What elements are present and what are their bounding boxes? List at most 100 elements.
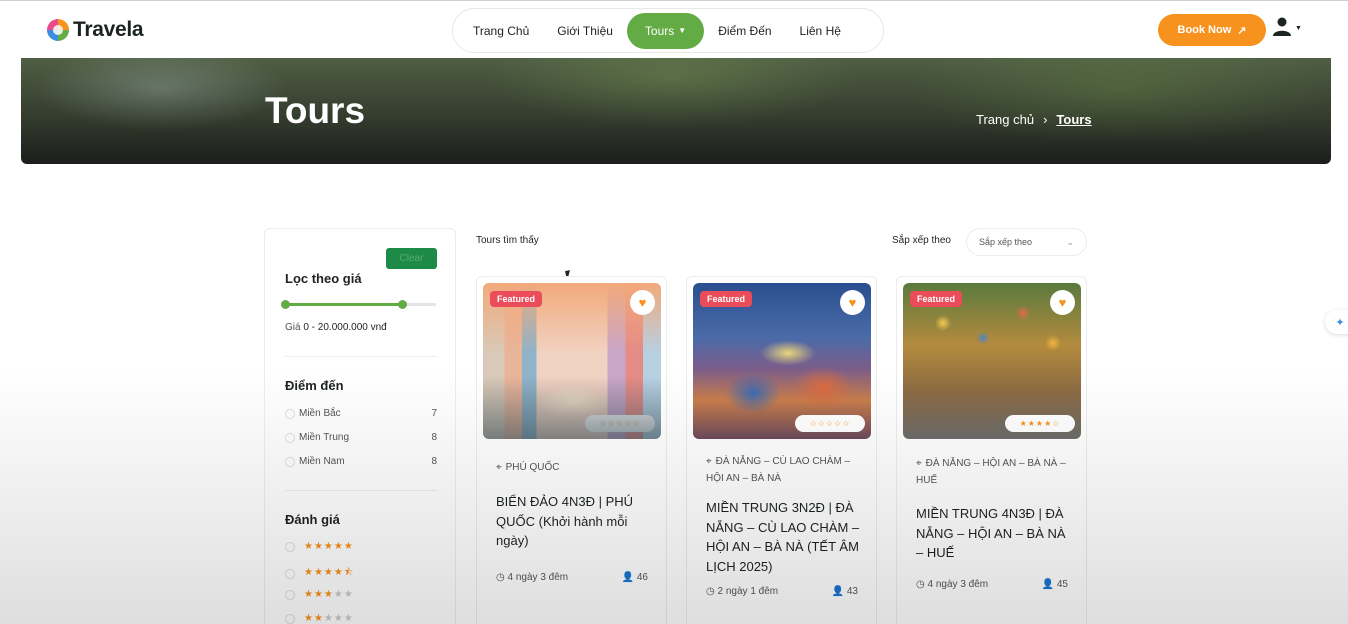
tour-title[interactable]: MIỀN TRUNG 3N2Đ | ĐÀ NẴNG – CÙ LAO CHÀM … xyxy=(706,498,866,576)
clock-icon: ◷ xyxy=(496,572,505,583)
tour-card[interactable]: Featured ♥ ☆☆☆☆☆ ⌖ PHÚ QUỐC BIỂN ĐẢO 4N3Đ… xyxy=(476,276,667,624)
banner-overlay xyxy=(21,58,1331,164)
radio-button[interactable] xyxy=(285,541,295,552)
bottom-fade-overlay xyxy=(0,370,1348,624)
main-nav: Trang Chủ Giới Thiệu Tours ▼ Điểm Đến Liê… xyxy=(452,8,884,53)
tour-meta: ◷ 4 ngày 3 đêm 👤 46 xyxy=(496,572,648,583)
tour-duration-text: 2 ngày 1 đêm xyxy=(717,586,779,597)
destination-option[interactable]: Miền Bắc 7 xyxy=(285,408,437,419)
tour-people-count: 45 xyxy=(1056,579,1068,590)
sort-selected-value: Sắp xếp theo xyxy=(979,237,1033,247)
tour-location-text: PHÚ QUỐC xyxy=(505,462,560,473)
radio-button[interactable] xyxy=(285,568,295,579)
tour-location-text: ĐÀ NẴNG – HỘI AN – BÀ NÀ – HUẾ xyxy=(916,458,1066,486)
rating-option-5[interactable]: ★★★★★ xyxy=(285,541,354,552)
chevron-down-icon: ▼ xyxy=(678,26,687,35)
tour-image[interactable]: Featured ♥ ☆☆☆☆☆ xyxy=(483,283,661,439)
tour-location: ⌖ ĐÀ NẴNG – HỘI AN – BÀ NÀ – HUẾ xyxy=(916,455,1076,489)
destination-count: 7 xyxy=(431,408,437,419)
site-header: Travela Trang Chủ Giới Thiệu Tours ▼ Điểm… xyxy=(0,0,1348,58)
tour-image[interactable]: Featured ♥ ★★★★☆ xyxy=(903,283,1081,439)
star-rating-icon: ★★★★★ xyxy=(304,541,354,552)
page-title: Tours xyxy=(265,90,366,131)
radio-button[interactable] xyxy=(285,589,295,600)
tour-card[interactable]: Featured ♥ ☆☆☆☆☆ ⌖ ĐÀ NẴNG – CÙ LAO CHÀM … xyxy=(686,276,877,624)
star-rating-icon: ☆☆☆☆☆ xyxy=(795,415,865,432)
page: Travela Trang Chủ Giới Thiệu Tours ▼ Điểm… xyxy=(0,0,1348,624)
tour-title[interactable]: BIỂN ĐẢO 4N3Đ | PHÚ QUỐC (Khởi hành mỗi … xyxy=(496,492,656,551)
tour-location-text: ĐÀ NẴNG – CÙ LAO CHÀM – HỘI AN – BÀ NÀ xyxy=(706,456,851,484)
people-icon: 👤 xyxy=(621,572,635,583)
tour-meta: ◷ 4 ngày 3 đêm 👤 45 xyxy=(916,579,1068,590)
sort-select[interactable]: Sắp xếp theo ⌄ xyxy=(966,228,1087,256)
nav-contact-label: Liên Hệ xyxy=(799,23,841,38)
star-rating-icon: ☆☆☆☆☆ xyxy=(585,415,655,432)
heart-icon[interactable]: ♥ xyxy=(1050,290,1075,315)
user-menu-button[interactable]: ▼ xyxy=(1272,16,1302,36)
divider xyxy=(285,356,437,357)
star-rating-icon: ★★★★★ xyxy=(304,613,354,624)
price-label: Giá xyxy=(285,322,301,333)
user-icon xyxy=(1273,17,1291,36)
people-icon: 👤 xyxy=(831,586,845,597)
tour-card[interactable]: Featured ♥ ★★★★☆ ⌖ ĐÀ NẴNG – HỘI AN – BÀ … xyxy=(896,276,1087,624)
tour-people-count: 46 xyxy=(636,572,648,583)
destination-count: 8 xyxy=(431,432,437,443)
destination-option[interactable]: Miền Trung 8 xyxy=(285,432,437,443)
tour-meta: ◷ 2 ngày 1 đêm 👤 43 xyxy=(706,586,858,597)
clear-filters-button[interactable]: Clear xyxy=(386,248,437,269)
price-slider-max-handle[interactable] xyxy=(398,300,408,309)
nav-destinations[interactable]: Điểm Đến xyxy=(704,14,785,48)
nav-about[interactable]: Giới Thiệu xyxy=(543,14,627,48)
breadcrumb-current[interactable]: Tours xyxy=(1056,112,1091,127)
nav-destinations-label: Điểm Đến xyxy=(718,23,772,38)
book-now-button[interactable]: Book Now ↗ xyxy=(1158,14,1266,46)
tour-location: ⌖ ĐÀ NẴNG – CÙ LAO CHÀM – HỘI AN – BÀ NÀ xyxy=(706,453,866,487)
tour-duration-text: 4 ngày 3 đêm xyxy=(507,572,569,583)
page-banner: Tours Trang chủ › Tours xyxy=(21,58,1331,164)
map-pin-icon: ⌖ xyxy=(706,456,712,467)
radio-button[interactable] xyxy=(285,408,295,419)
breadcrumb: Trang chủ › Tours xyxy=(976,112,1092,127)
nav-tours-label: Tours xyxy=(644,23,675,38)
star-rating-icon: ★★★★⯪ xyxy=(304,567,355,578)
people-icon: 👤 xyxy=(1041,579,1055,590)
tour-duration: ◷ 4 ngày 3 đêm xyxy=(496,572,568,583)
nav-home-label: Trang Chủ xyxy=(473,23,530,38)
tour-people: 👤 46 xyxy=(622,572,648,583)
clock-icon: ◷ xyxy=(916,579,925,590)
rating-option-2[interactable]: ★★★★★ xyxy=(285,613,354,624)
radio-button[interactable] xyxy=(285,456,295,467)
breadcrumb-home[interactable]: Trang chủ xyxy=(976,112,1034,127)
price-slider-min-handle[interactable] xyxy=(281,300,290,309)
sort-label: Sắp xếp theo xyxy=(892,235,951,246)
heart-icon[interactable]: ♥ xyxy=(630,290,655,315)
radio-button[interactable] xyxy=(285,432,295,443)
nav-home[interactable]: Trang Chủ xyxy=(459,14,543,48)
chevron-down-icon: ⌄ xyxy=(1066,236,1074,247)
brand-name: Travela xyxy=(73,18,144,41)
tour-image[interactable]: Featured ♥ ☆☆☆☆☆ xyxy=(693,283,871,439)
destination-option[interactable]: Miền Nam 8 xyxy=(285,456,437,467)
rating-option-3[interactable]: ★★★★★ xyxy=(285,589,354,600)
tour-title[interactable]: MIỀN TRUNG 4N3Đ | ĐÀ NẴNG – HỘI AN – BÀ … xyxy=(916,504,1076,563)
destination-count: 8 xyxy=(431,456,437,467)
radio-button[interactable] xyxy=(285,613,295,624)
featured-badge: Featured xyxy=(700,291,753,307)
price-range-slider[interactable] xyxy=(281,300,436,309)
tour-people-count: 43 xyxy=(846,586,858,597)
translate-widget-icon[interactable]: ✦ xyxy=(1325,310,1348,334)
tour-duration: ◷ 2 ngày 1 đêm xyxy=(706,586,778,597)
book-now-label: Book Now xyxy=(1177,24,1232,36)
caret-down-icon: ▼ xyxy=(1295,25,1302,32)
tour-location: ⌖ PHÚ QUỐC xyxy=(496,459,656,476)
brand-logo[interactable]: Travela xyxy=(47,18,144,42)
nav-tours[interactable]: Tours ▼ xyxy=(626,12,705,49)
tour-duration: ◷ 4 ngày 3 đêm xyxy=(916,579,988,590)
chevron-right-icon: › xyxy=(1043,112,1048,127)
rating-option-4[interactable]: ★★★★⯪ xyxy=(285,565,354,582)
nav-contact[interactable]: Liên Hệ xyxy=(786,14,855,48)
heart-icon[interactable]: ♥ xyxy=(840,290,865,315)
destination-filter-heading: Điểm đến xyxy=(285,378,344,393)
divider xyxy=(285,490,437,491)
